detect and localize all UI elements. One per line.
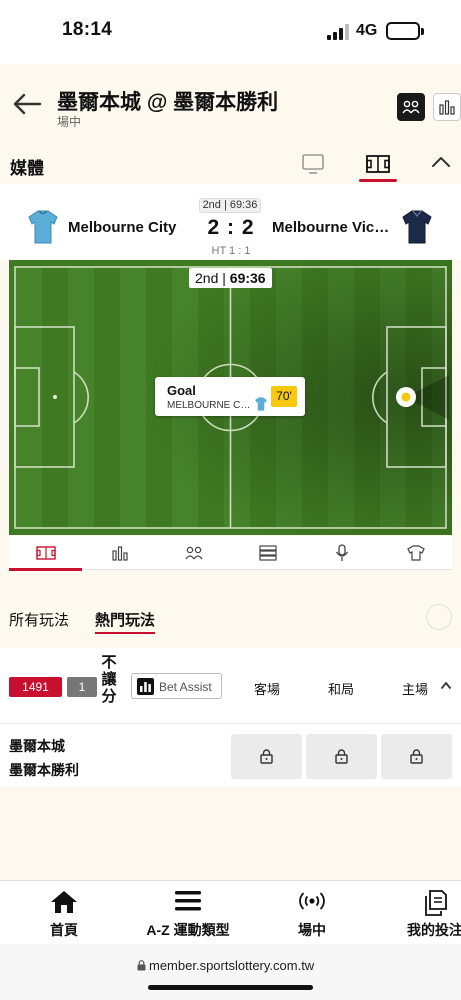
tab-team-info[interactable]	[379, 536, 452, 570]
scoreboard: 2nd | 69:36 Melbourne City 2 : 2 HT 1 : …	[0, 184, 461, 260]
odds-home-locked[interactable]	[381, 734, 452, 779]
tab-pitch[interactable]	[9, 536, 82, 571]
pitch-icon	[35, 546, 56, 560]
pitch-clock: 2nd | 69:36	[189, 268, 272, 288]
bar-chart-icon	[137, 678, 154, 695]
page-subtitle: 場中	[57, 115, 82, 129]
chevron-up-icon[interactable]	[440, 681, 452, 690]
tab-match-tracker[interactable]	[359, 146, 397, 182]
period-clock: 2nd | 69:36	[199, 198, 261, 213]
bottom-navigation: 首頁 A-Z 運動類型 場中 我的投注	[0, 880, 461, 944]
chevron-up-icon[interactable]	[430, 154, 452, 170]
tracker-tabs	[9, 536, 452, 571]
signal-icon	[327, 24, 351, 40]
table-icon	[258, 545, 277, 561]
tab-stats[interactable]	[83, 536, 156, 570]
back-arrow-icon[interactable]	[12, 92, 42, 116]
nav-my-bets[interactable]: 我的投注	[396, 881, 461, 945]
media-bar: 媒體	[0, 140, 461, 184]
market-count-badge: 1	[67, 677, 97, 697]
options-button[interactable]	[426, 604, 452, 630]
odds-away-locked[interactable]	[231, 734, 302, 779]
nav-home[interactable]: 首頁	[22, 881, 106, 945]
status-time: 18:14	[62, 19, 113, 40]
event-minute: 70'	[271, 386, 297, 407]
home-indicator[interactable]	[148, 985, 313, 990]
match-score: 2 : 2	[207, 216, 255, 239]
home-jersey-icon	[255, 397, 267, 411]
tab-lineups[interactable]	[157, 536, 230, 570]
browser-url-bar[interactable]: member.sportslottery.com.tw	[0, 944, 461, 1000]
tab-standings[interactable]	[231, 536, 304, 570]
away-team-name: Melbourne Victory	[272, 219, 392, 236]
row-team-away: 墨爾本勝利	[9, 762, 79, 778]
lineup-icon	[184, 546, 203, 560]
lineup-button[interactable]	[397, 93, 425, 121]
bet-assist-button[interactable]: Bet Assist	[131, 673, 222, 699]
lock-icon	[410, 749, 423, 764]
home-icon	[51, 891, 77, 913]
tab-live-video[interactable]	[294, 146, 332, 182]
microphone-icon	[335, 544, 348, 561]
network-type: 4G	[356, 22, 378, 39]
market-row: 墨爾本城 墨爾本勝利	[0, 725, 461, 787]
bar-chart-icon	[111, 546, 128, 561]
live-broadcast-icon	[299, 892, 325, 910]
lock-icon	[137, 960, 146, 971]
column-home: 主場	[402, 682, 429, 697]
nav-live[interactable]: 場中	[272, 881, 352, 945]
tab-all-markets[interactable]: 所有玩法	[9, 609, 69, 630]
page-title: 墨爾本城 @ 墨爾本勝利	[57, 91, 279, 114]
home-team-name: Melbourne City	[68, 219, 177, 236]
column-draw: 和局	[328, 682, 355, 697]
lineup-icon	[402, 100, 420, 114]
url-text: member.sportslottery.com.tw	[149, 958, 315, 973]
market-tabs: 所有玩法 熱門玩法	[0, 578, 461, 640]
event-id-badge: 1491	[9, 677, 62, 697]
shirt-icon	[406, 545, 425, 561]
menu-icon	[175, 891, 201, 911]
half-time-score: HT 1 : 1	[211, 245, 251, 257]
event-team: MELBOURNE CITY	[167, 400, 252, 411]
away-jersey-icon	[402, 210, 432, 244]
lock-icon	[260, 749, 273, 764]
event-title: Goal	[167, 383, 196, 398]
bar-chart-icon	[439, 100, 455, 115]
market-header: 1491 1 不 讓 分 Bet Assist 客場 和局 主場	[0, 648, 461, 724]
tv-icon	[302, 154, 324, 174]
media-label: 媒體	[10, 159, 44, 178]
home-jersey-icon	[28, 210, 58, 244]
odds-draw-locked[interactable]	[306, 734, 377, 779]
market-name: 不 讓 分	[101, 654, 117, 705]
betslip-icon	[425, 890, 447, 916]
tab-commentary[interactable]	[305, 536, 378, 570]
goal-event-card: Goal MELBOURNE CITY 70'	[155, 377, 305, 416]
column-away: 客場	[254, 682, 281, 697]
tab-popular-markets[interactable]: 熱門玩法	[95, 609, 156, 634]
lock-icon	[335, 749, 348, 764]
stats-button[interactable]	[433, 93, 461, 121]
nav-sports-az[interactable]: A-Z 運動類型	[130, 881, 246, 945]
page-header: 墨爾本城 @ 墨爾本勝利 場中	[0, 64, 461, 140]
status-bar: 18:14 4G	[0, 0, 461, 64]
pitch-icon	[366, 155, 390, 173]
row-team-home: 墨爾本城	[9, 738, 65, 754]
battery-icon	[386, 22, 420, 40]
